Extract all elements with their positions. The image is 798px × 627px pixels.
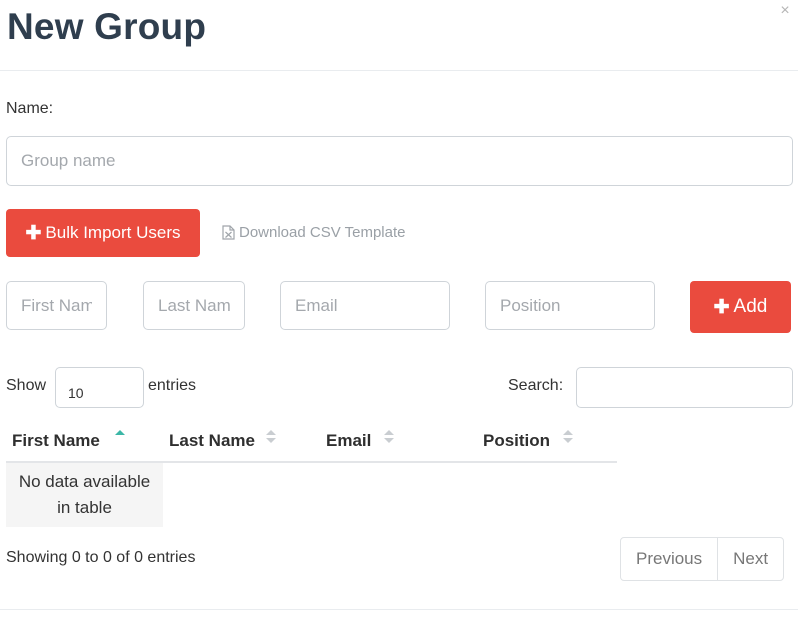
table-row: No data available in table	[6, 462, 617, 527]
next-button[interactable]: Next	[717, 538, 783, 580]
users-table: First Name Last Name Email Position No d…	[6, 420, 617, 527]
column-label: Email	[326, 430, 372, 450]
download-csv-template-link[interactable]: Download CSV Template	[222, 224, 405, 241]
show-label: Show	[6, 377, 47, 394]
sort-asc-icon	[115, 430, 125, 435]
plus-icon: ✚	[25, 222, 42, 244]
sort-icon	[266, 430, 276, 443]
download-csv-label: Download CSV Template	[239, 224, 406, 241]
sort-icon	[563, 430, 573, 443]
column-header-last-name[interactable]: Last Name	[163, 420, 320, 463]
add-label: Add	[733, 296, 768, 317]
search-label: Search:	[508, 377, 564, 394]
add-user-button[interactable]: ✚ Add	[690, 281, 791, 333]
column-header-position[interactable]: Position	[477, 420, 617, 463]
group-name-input[interactable]	[6, 136, 793, 186]
empty-table-message: No data available in table	[6, 462, 163, 527]
modal-footer-divider	[0, 609, 798, 610]
page-length-select[interactable]: 10	[55, 367, 144, 408]
column-header-email[interactable]: Email	[320, 420, 477, 463]
csv-file-icon	[222, 225, 235, 240]
pagination: Previous Next	[620, 537, 785, 581]
name-label: Name:	[6, 100, 54, 117]
entries-label: entries	[148, 377, 197, 394]
sort-icon	[384, 430, 394, 443]
modal-header: New Group ×	[0, 0, 798, 71]
email-input[interactable]	[280, 281, 450, 330]
previous-button[interactable]: Previous	[621, 538, 717, 580]
bulk-import-label: Bulk Import Users	[45, 223, 181, 242]
column-header-first-name[interactable]: First Name	[6, 420, 163, 463]
page-title: New Group	[7, 6, 207, 47]
table-info: Showing 0 to 0 of 0 entries	[6, 549, 196, 566]
column-label: Position	[483, 430, 551, 450]
bulk-import-users-button[interactable]: ✚ Bulk Import Users	[6, 209, 200, 257]
plus-icon: ✚	[713, 296, 730, 318]
column-label: Last Name	[169, 430, 255, 450]
position-input[interactable]	[485, 281, 655, 330]
column-label: First Name	[12, 430, 100, 450]
first-name-input[interactable]	[6, 281, 107, 330]
last-name-input[interactable]	[143, 281, 245, 330]
close-icon[interactable]: ×	[776, 2, 794, 20]
search-input[interactable]	[576, 367, 793, 408]
